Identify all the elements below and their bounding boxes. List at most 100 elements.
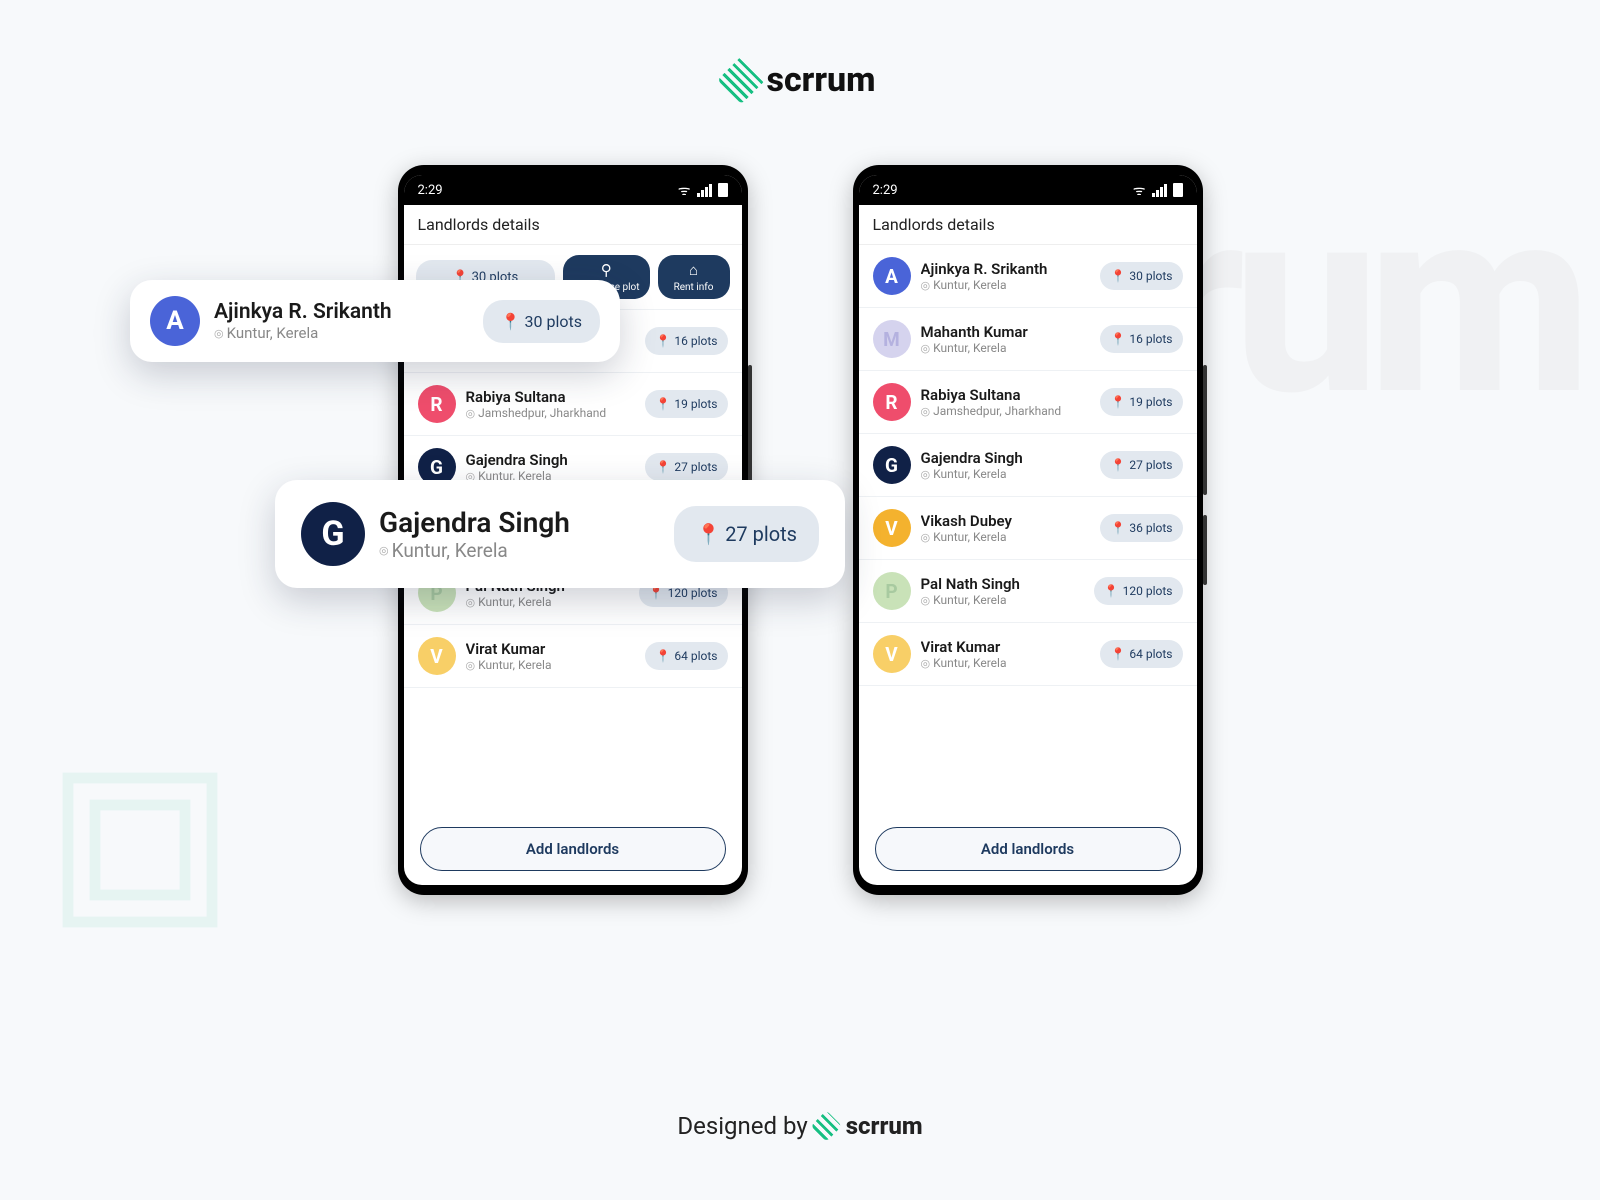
screen-right: 2:29 ᯤ Landlords details AAjinkya R. Sri…: [859, 175, 1197, 885]
plots-badge[interactable]: 📍 19 plots: [645, 390, 727, 418]
landlord-location: ◎ Kuntur, Kerela: [921, 593, 1084, 607]
plots-badge[interactable]: 📍 27 plots: [1100, 451, 1182, 479]
location-icon: ◎: [921, 279, 931, 292]
footer-brand: scrrum: [846, 1112, 923, 1140]
landlord-name: Gajendra Singh: [921, 449, 1091, 467]
landlord-location: ◎ Kuntur, Kerela: [921, 656, 1091, 670]
landlord-name: Gajendra Singh: [466, 451, 636, 469]
pin-icon: 📍: [1110, 395, 1125, 409]
highlight-card-2[interactable]: G Gajendra Singh ◎Kuntur, Kerela 📍27 plo…: [275, 480, 845, 588]
status-bar: 2:29 ᯤ: [404, 175, 742, 205]
rentinfo-button[interactable]: ⌂ Rent info: [658, 255, 730, 299]
landlord-name: Ajinkya R. Srikanth: [921, 260, 1091, 278]
brand-diamond-icon: [811, 1110, 842, 1141]
plots-badge[interactable]: 📍 30 plots: [1100, 262, 1182, 290]
list-item[interactable]: VVikash Dubey◎ Kuntur, Kerela📍 36 plots: [859, 497, 1197, 560]
location-icon: ◎: [379, 544, 389, 557]
pin-icon: 📍: [501, 312, 521, 331]
pin-icon: 📍: [655, 397, 670, 411]
item-info: Rabiya Sultana◎ Jamshedpur, Jharkhand: [466, 388, 636, 420]
plots-badge[interactable]: 📍27 plots: [674, 506, 819, 562]
list-item[interactable]: G Gajendra Singh◎ Kuntur, Kerela 📍 27 plot…: [859, 434, 1197, 497]
add-landlords-button[interactable]: Add landlords: [875, 827, 1181, 871]
landlord-name: Vikash Dubey: [921, 512, 1091, 530]
rentinfo-label: Rent info: [674, 282, 714, 293]
location-icon: ◎: [921, 405, 931, 418]
landlord-name: Pal Nath Singh: [921, 575, 1084, 593]
item-info: Vikash Dubey◎ Kuntur, Kerela: [921, 512, 1091, 544]
avatar: P: [873, 572, 911, 610]
item-info: Virat Kumar◎ Kuntur, Kerela: [921, 638, 1091, 670]
location-icon: ◎: [466, 596, 476, 609]
avatar: G: [873, 446, 911, 484]
list-item[interactable]: AAjinkya R. Srikanth◎ Kuntur, Kerela📍 30…: [859, 245, 1197, 308]
brand-name: scrrum: [767, 60, 876, 100]
list-item[interactable]: VVirat Kumar◎ Kuntur, Kerela📍 64 plots: [859, 623, 1197, 686]
phone-side-button: [748, 365, 752, 495]
item-info: Virat Kumar◎ Kuntur, Kerela: [466, 640, 636, 672]
page-title: Landlords details: [404, 205, 742, 245]
list-item[interactable]: RRabiya Sultana◎ Jamshedpur, Jharkhand📍 …: [859, 371, 1197, 434]
add-landlords-button[interactable]: Add landlords: [420, 827, 726, 871]
plots-badge[interactable]: 📍 36 plots: [1100, 514, 1182, 542]
battery-icon: [718, 183, 728, 197]
item-info: Mahanth Kumar◎ Kuntur, Kerela: [921, 323, 1091, 355]
card-info: Gajendra Singh ◎Kuntur, Kerela: [379, 506, 660, 562]
wifi-icon: ᯤ: [1133, 181, 1146, 200]
landlord-location: ◎ Kuntur, Kerela: [921, 341, 1091, 355]
landlord-list: A Ajinkya R. Srikanth ◎ Kuntur, Kerela 📍 30…: [859, 245, 1197, 813]
phone-side-button: [1203, 515, 1207, 585]
status-time: 2:29: [873, 183, 898, 198]
phone-side-button: [1203, 365, 1207, 495]
plots-badge[interactable]: 📍 120 plots: [1094, 577, 1183, 605]
phone-right: 2:29 ᯤ Landlords details AAjinkya R. Sri…: [853, 165, 1203, 895]
landlord-name: Ajinkya R. Srikanth: [214, 300, 469, 324]
home-icon: ⌂: [689, 261, 698, 279]
avatar: G: [301, 502, 365, 566]
landlord-location: ◎ Jamshedpur, Jharkhand: [466, 406, 636, 420]
plots-badge[interactable]: 📍30 plots: [483, 300, 600, 343]
card-info: Ajinkya R. Srikanth ◎Kuntur, Kerela: [214, 300, 469, 342]
pin-icon: 📍: [655, 649, 670, 663]
pin-icon: 📍: [696, 522, 721, 546]
location-icon: ◎: [466, 659, 476, 672]
status-bar: 2:29 ᯤ: [859, 175, 1197, 205]
signal-icon: [1152, 184, 1167, 197]
list-item[interactable]: V Virat Kumar◎ Kuntur, Kerela 📍 64 plots: [404, 625, 742, 688]
landlord-location: ◎ Kuntur, Kerela: [921, 530, 1091, 544]
plots-badge[interactable]: 📍 64 plots: [1100, 640, 1182, 668]
item-info: Gajendra Singh◎ Kuntur, Kerela: [921, 449, 1091, 481]
status-icons: ᯤ: [678, 181, 728, 200]
plots-badge[interactable]: 📍 16 plots: [645, 327, 727, 355]
footer-prefix: Designed by: [677, 1112, 807, 1140]
location-icon: ◎: [921, 342, 931, 355]
status-time: 2:29: [418, 183, 443, 198]
pin-icon: 📍: [1110, 458, 1125, 472]
avatar: M: [873, 320, 911, 358]
plots-badge[interactable]: 📍 19 plots: [1100, 388, 1182, 416]
landlord-location: ◎Kuntur, Kerela: [379, 539, 660, 562]
list-item[interactable]: M Mahanth Kumar◎ Kuntur, Kerela 📍 16 plots: [859, 308, 1197, 371]
highlight-card-1[interactable]: A Ajinkya R. Srikanth ◎Kuntur, Kerela 📍3…: [130, 280, 620, 362]
avatar: V: [418, 637, 456, 675]
plots-badge[interactable]: 📍 64 plots: [645, 642, 727, 670]
brand-diamond-icon: [717, 56, 765, 104]
plots-badge[interactable]: 📍 27 plots: [645, 453, 727, 481]
location-icon: ◎: [921, 531, 931, 544]
footer-credit: Designed by scrrum: [677, 1112, 922, 1140]
pin-icon: 📍: [1110, 521, 1125, 535]
add-button-wrap: Add landlords: [404, 813, 742, 885]
landlord-location: ◎ Kuntur, Kerela: [466, 595, 629, 609]
landlord-name: Virat Kumar: [921, 638, 1091, 656]
landlord-location: ◎ Jamshedpur, Jharkhand: [921, 404, 1091, 418]
pin-icon: 📍: [1110, 332, 1125, 346]
signal-icon: [697, 184, 712, 197]
landlord-name: Virat Kumar: [466, 640, 636, 658]
wifi-icon: ᯤ: [678, 181, 691, 200]
pin-icon: 📍: [1110, 647, 1125, 661]
list-item[interactable]: RRabiya Sultana◎ Jamshedpur, Jharkhand📍 …: [404, 373, 742, 436]
landlord-location: ◎Kuntur, Kerela: [214, 324, 469, 342]
avatar: A: [873, 257, 911, 295]
list-item[interactable]: P Pal Nath Singh◎ Kuntur, Kerela 📍 120 plo…: [859, 560, 1197, 623]
plots-badge[interactable]: 📍 16 plots: [1100, 325, 1182, 353]
